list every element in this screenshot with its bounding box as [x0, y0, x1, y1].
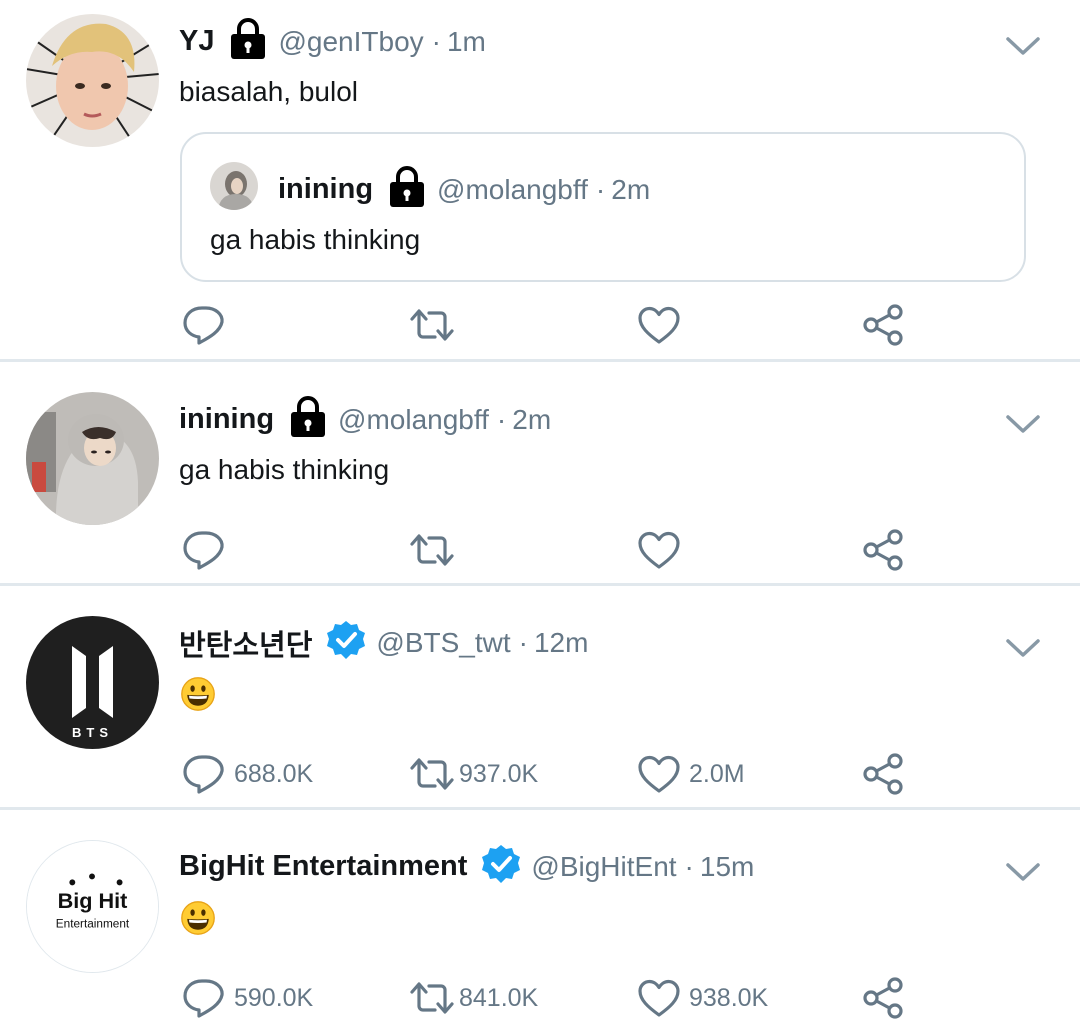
retweet-icon — [408, 530, 456, 570]
like-button[interactable] — [637, 301, 689, 349]
avatar-logo-subtext: Entertainment — [56, 917, 130, 931]
quoted-avatar — [210, 162, 258, 210]
reply-count: 688.0K — [234, 759, 314, 788]
author-handle[interactable]: @BTS_twt — [376, 627, 510, 659]
author-name[interactable]: BigHit Entertainment — [179, 850, 467, 883]
tweet-actions — [0, 301, 1080, 349]
like-count: 2.0M — [689, 759, 745, 788]
separator-dot: · — [431, 25, 441, 57]
separator-dot: · — [595, 173, 606, 205]
share-icon — [862, 976, 906, 1020]
tweet-text: ga habis thinking — [179, 454, 390, 485]
tweet[interactable]: BTS 반탄소년단 @BTS_twt · 12m 688.0K 937.0K 2… — [0, 586, 1080, 808]
like-button[interactable]: 938.0K — [637, 974, 768, 1022]
reply-button[interactable] — [182, 526, 234, 574]
tweet[interactable]: YJ @genITboy · 1m biasalah, bulol ininin… — [0, 0, 1080, 360]
share-icon — [862, 528, 906, 572]
avatar-logo-text: Big Hit — [58, 888, 128, 913]
avatar[interactable]: Big Hit Entertainment — [26, 840, 159, 973]
reply-icon — [182, 976, 226, 1020]
separator-dot: · — [518, 626, 528, 658]
tweet[interactable]: inining @molangbff · 2m ga habis thinkin… — [0, 362, 1080, 584]
timestamp[interactable]: 12m — [534, 627, 588, 659]
timestamp[interactable]: 2m — [512, 404, 551, 436]
avatar[interactable]: BTS — [26, 616, 159, 749]
like-count: 938.0K — [689, 983, 769, 1012]
like-icon — [637, 305, 681, 345]
verified-badge-icon — [326, 620, 366, 665]
like-icon — [637, 530, 681, 570]
separator-dot: · — [496, 403, 507, 435]
timestamp[interactable]: 1m — [447, 26, 486, 58]
chevron-down-icon[interactable] — [1005, 412, 1041, 436]
tweet-actions — [0, 526, 1080, 574]
chevron-down-icon[interactable] — [1005, 860, 1041, 884]
retweet-button[interactable] — [408, 301, 464, 349]
retweet-icon — [408, 978, 456, 1018]
quoted-author-name: inining — [278, 173, 374, 205]
quoted-timestamp: 2m — [611, 173, 651, 205]
tweet[interactable]: Big Hit Entertainment BigHit Entertainme… — [0, 810, 1080, 1024]
quoted-author-handle: @molangbff — [437, 173, 588, 205]
author-handle[interactable]: @genITboy — [278, 26, 423, 58]
avatar-logo-text: BTS — [72, 725, 113, 740]
author-name[interactable]: inining — [179, 403, 274, 436]
quoted-tweet-text: ga habis thinking — [210, 224, 421, 255]
tweet-text: biasalah, bulol — [179, 76, 359, 107]
retweet-button[interactable] — [408, 526, 464, 574]
share-icon — [862, 752, 906, 796]
share-button[interactable] — [862, 974, 906, 1022]
tweet-actions: 590.0K 841.0K 938.0K — [0, 974, 1080, 1022]
author-name[interactable]: YJ — [179, 25, 214, 58]
grinning-face-emoji — [180, 676, 216, 712]
lock-icon — [387, 166, 427, 213]
reply-icon — [182, 303, 226, 347]
share-button[interactable] — [862, 301, 906, 349]
retweet-button[interactable]: 841.0K — [408, 974, 538, 1022]
retweet-count: 937.0K — [459, 759, 539, 788]
tweet-actions: 688.0K 937.0K 2.0M — [0, 750, 1080, 798]
like-icon — [637, 754, 681, 794]
lock-icon — [228, 18, 268, 65]
reply-button[interactable] — [182, 301, 234, 349]
reply-button[interactable]: 688.0K — [182, 750, 313, 798]
author-handle[interactable]: @molangbff — [338, 404, 489, 436]
retweet-count: 841.0K — [459, 983, 539, 1012]
verified-badge-icon — [481, 844, 521, 889]
share-icon — [862, 303, 906, 347]
share-button[interactable] — [862, 526, 906, 574]
reply-count: 590.0K — [234, 983, 314, 1012]
retweet-icon — [408, 305, 456, 345]
grinning-face-emoji — [180, 900, 216, 936]
timestamp[interactable]: 15m — [700, 851, 754, 883]
chevron-down-icon[interactable] — [1005, 34, 1041, 58]
lock-icon — [288, 396, 328, 443]
like-button[interactable]: 2.0M — [637, 750, 745, 798]
like-button[interactable] — [637, 526, 689, 574]
chevron-down-icon[interactable] — [1005, 636, 1041, 660]
retweet-icon — [408, 754, 456, 794]
author-name[interactable]: 반탄소년단 — [179, 622, 312, 664]
reply-icon — [182, 528, 226, 572]
separator-dot: · — [684, 850, 694, 882]
avatar[interactable] — [26, 14, 159, 147]
quoted-tweet[interactable]: inining @molangbff · 2m ga habis thinkin… — [180, 132, 1026, 282]
reply-icon — [182, 752, 226, 796]
like-icon — [637, 978, 681, 1018]
author-handle[interactable]: @BigHitEnt — [531, 851, 676, 883]
share-button[interactable] — [862, 750, 906, 798]
retweet-button[interactable]: 937.0K — [408, 750, 538, 798]
avatar[interactable] — [26, 392, 159, 525]
reply-button[interactable]: 590.0K — [182, 974, 313, 1022]
